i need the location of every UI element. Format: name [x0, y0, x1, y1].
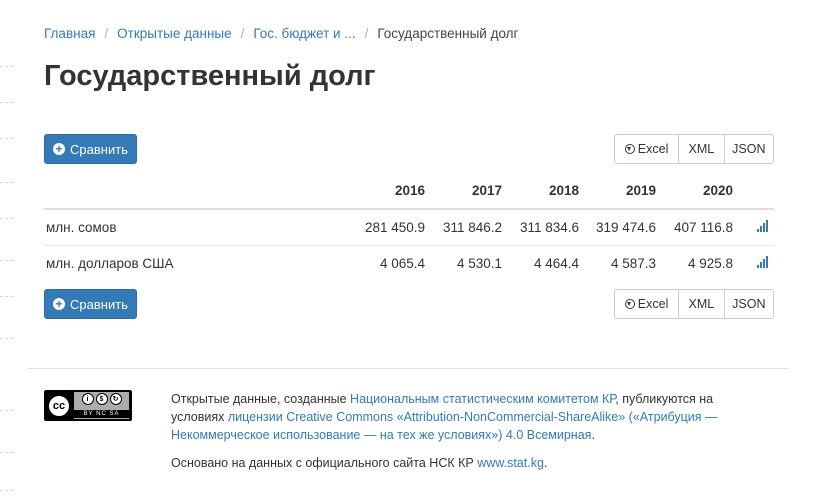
stat-kg-link[interactable]: www.stat.kg: [477, 456, 544, 470]
row-label: млн. долларов США: [46, 256, 174, 271]
left-dashed-rule: [0, 0, 14, 503]
breadcrumb-separator: /: [104, 26, 109, 41]
breadcrumb-open-data-link[interactable]: Открытые данные: [117, 26, 231, 41]
header-year: 2019: [585, 173, 662, 210]
export-excel-label: Excel: [637, 297, 669, 311]
chart-cell: [739, 246, 774, 282]
header-year: 2020: [662, 173, 739, 210]
nsc-link[interactable]: Национальным статистическим комитетом КР: [350, 392, 615, 406]
export-button-group-bottom: Excel XML JSON: [614, 289, 774, 319]
plus-circle-icon: +: [53, 298, 66, 310]
breadcrumb: Главная / Открытые данные / Гос. бюджет и ..…: [44, 26, 518, 41]
header-chart-cell: [739, 173, 774, 210]
compare-button-top[interactable]: + Сравнить: [44, 134, 137, 164]
header-year: 2018: [508, 173, 585, 210]
breadcrumb-home-link[interactable]: Главная: [44, 26, 95, 41]
by-icon: i: [81, 393, 94, 405]
table-cell: 281 450.9: [354, 209, 431, 246]
table-cell: 311 846.2: [431, 209, 508, 246]
export-xml-button[interactable]: XML: [678, 135, 723, 163]
header-year: 2017: [431, 173, 508, 210]
footer-text: Открытые данные, созданные Национальным …: [171, 390, 761, 472]
sa-icon: ↻: [109, 393, 122, 405]
breadcrumb-separator: /: [364, 26, 369, 41]
footer-divider: [28, 368, 789, 369]
table-cell: 311 834.6: [508, 209, 585, 246]
compare-button-label: Сравнить: [70, 141, 128, 157]
table-cell: 407 116.8: [662, 209, 739, 246]
plus-circle-icon: +: [53, 143, 66, 155]
export-excel-button[interactable]: Excel: [615, 290, 678, 318]
export-xml-button[interactable]: XML: [678, 290, 723, 318]
download-icon: [624, 144, 635, 154]
header-year: 2016: [354, 173, 431, 210]
table-cell: 4 065.4: [379, 256, 425, 271]
table-cell: 4 464.4: [533, 256, 579, 271]
compare-button-label: Сравнить: [70, 296, 128, 312]
bar-chart-icon[interactable]: [757, 256, 768, 268]
nc-icon: $: [95, 393, 108, 405]
export-button-group-top: Excel XML JSON: [614, 134, 774, 164]
table-row: млн. сомов 281 450.9 311 846.2 311 834.6…: [44, 209, 774, 246]
export-json-button[interactable]: JSON: [723, 290, 773, 318]
download-icon: [624, 299, 635, 309]
table-row: млн. долларов США 4 065.4 4 530.1 4 464.…: [44, 246, 774, 282]
source-paragraph: Основано на данных с официального сайта …: [171, 454, 761, 472]
chart-cell: [739, 209, 774, 246]
row-label: млн. сомов: [44, 209, 354, 246]
table-cell: 4 530.1: [456, 256, 502, 271]
cc-icon: cc: [47, 393, 71, 418]
table-header-row: 2016 2017 2018 2019 2020: [44, 173, 774, 210]
cc-license-badge[interactable]: cc i $ ↻ BY NC SA: [44, 390, 132, 421]
data-table: 2016 2017 2018 2019 2020 млн. сомов 281 …: [44, 173, 774, 281]
source-text: .: [543, 456, 548, 470]
breadcrumb-separator: /: [240, 26, 245, 41]
license-text: .: [591, 428, 595, 442]
export-json-button[interactable]: JSON: [723, 135, 773, 163]
table-cell: 319 474.6: [585, 209, 662, 246]
cc-badge-right: i $ ↻ BY NC SA: [74, 392, 129, 419]
breadcrumb-budget-link[interactable]: Гос. бюджет и ...: [253, 26, 355, 41]
table-cell: 4 925.8: [687, 256, 733, 271]
export-excel-label: Excel: [637, 142, 669, 156]
bar-chart-icon[interactable]: [757, 220, 768, 232]
export-excel-button[interactable]: Excel: [615, 135, 678, 163]
cc-badge-label: BY NC SA: [74, 410, 129, 418]
license-paragraph: Открытые данные, созданные Национальным …: [171, 390, 761, 444]
license-text: Открытые данные, созданные: [171, 392, 351, 406]
page-title: Государственный долг: [44, 60, 376, 92]
breadcrumb-current: Государственный долг: [377, 26, 519, 41]
header-label-cell: [44, 173, 354, 210]
table-cell: 4 587.3: [610, 256, 656, 271]
cc-icons: i $ ↻: [81, 393, 122, 405]
source-text: Основано на данных с официального сайта …: [171, 456, 478, 470]
compare-button-bottom[interactable]: + Сравнить: [44, 289, 137, 319]
license-link[interactable]: лицензии Creative Commons «Attribution-N…: [171, 410, 718, 442]
